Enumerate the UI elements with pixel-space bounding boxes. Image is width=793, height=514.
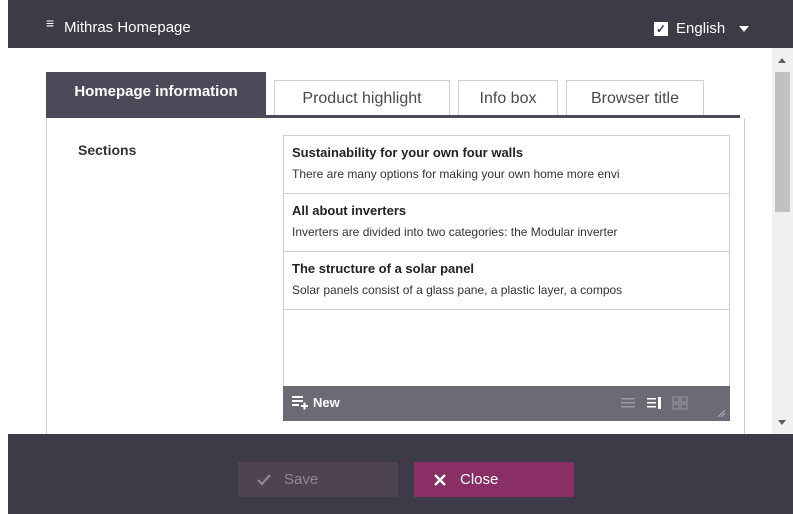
scroll-thumb[interactable] xyxy=(775,72,790,212)
section-title: All about inverters xyxy=(292,203,407,218)
detail-view-icon[interactable] xyxy=(646,396,662,410)
vertical-scrollbar[interactable] xyxy=(772,48,793,434)
hamburger-icon[interactable]: ≡ xyxy=(46,15,54,31)
save-label: Save xyxy=(284,471,319,488)
tab-info-box[interactable]: Info box xyxy=(458,80,558,115)
tab-product-highlight[interactable]: Product highlight xyxy=(274,80,450,115)
close-icon xyxy=(434,473,446,486)
scroll-up-arrow-icon[interactable] xyxy=(778,58,786,63)
dialog-footer: Save Close xyxy=(8,434,793,514)
section-description: Solar panels consist of a glass pane, a … xyxy=(292,283,623,297)
sections-label: Sections xyxy=(78,142,137,158)
caret-down-icon[interactable] xyxy=(739,25,750,32)
tab-browser-title[interactable]: Browser title xyxy=(566,80,704,115)
grid-view-icon[interactable] xyxy=(672,396,688,410)
language-selector[interactable]: ✓ English xyxy=(654,20,750,37)
checkmark-icon xyxy=(257,473,271,486)
section-description: Inverters are divided into two categorie… xyxy=(292,225,618,239)
list-item[interactable]: All about inverters Inverters are divide… xyxy=(284,194,729,252)
new-label: New xyxy=(313,394,340,410)
scroll-down-arrow-icon[interactable] xyxy=(778,420,786,425)
add-list-icon xyxy=(292,396,308,410)
list-toolbar: New xyxy=(283,386,730,421)
title-bar: ≡ Mithras Homepage ✓ English xyxy=(8,0,793,48)
window-title: Mithras Homepage xyxy=(64,19,191,36)
close-button[interactable]: Close xyxy=(414,462,574,497)
section-description: There are many options for making your o… xyxy=(292,167,620,181)
language-label: English xyxy=(676,20,726,37)
list-item[interactable]: Sustainability for your own four walls T… xyxy=(284,136,729,194)
view-switcher xyxy=(620,396,688,410)
checkbox-checked-icon[interactable]: ✓ xyxy=(654,21,668,36)
section-title: Sustainability for your own four walls xyxy=(292,145,524,160)
sections-list[interactable]: Sustainability for your own four walls T… xyxy=(283,135,730,421)
list-view-icon[interactable] xyxy=(620,396,636,410)
dialog: ≡ Mithras Homepage ✓ English Homepage in… xyxy=(8,0,793,514)
new-section-button[interactable]: New xyxy=(291,394,340,410)
resize-grip-icon[interactable] xyxy=(716,408,726,418)
dialog-content: Homepage information Product highlight I… xyxy=(8,48,772,434)
section-title: The structure of a solar panel xyxy=(292,261,475,276)
save-button[interactable]: Save xyxy=(238,462,398,497)
close-label: Close xyxy=(460,471,499,488)
tab-homepage-information[interactable]: Homepage information xyxy=(46,72,266,116)
list-item[interactable]: The structure of a solar panel Solar pan… xyxy=(284,252,729,310)
